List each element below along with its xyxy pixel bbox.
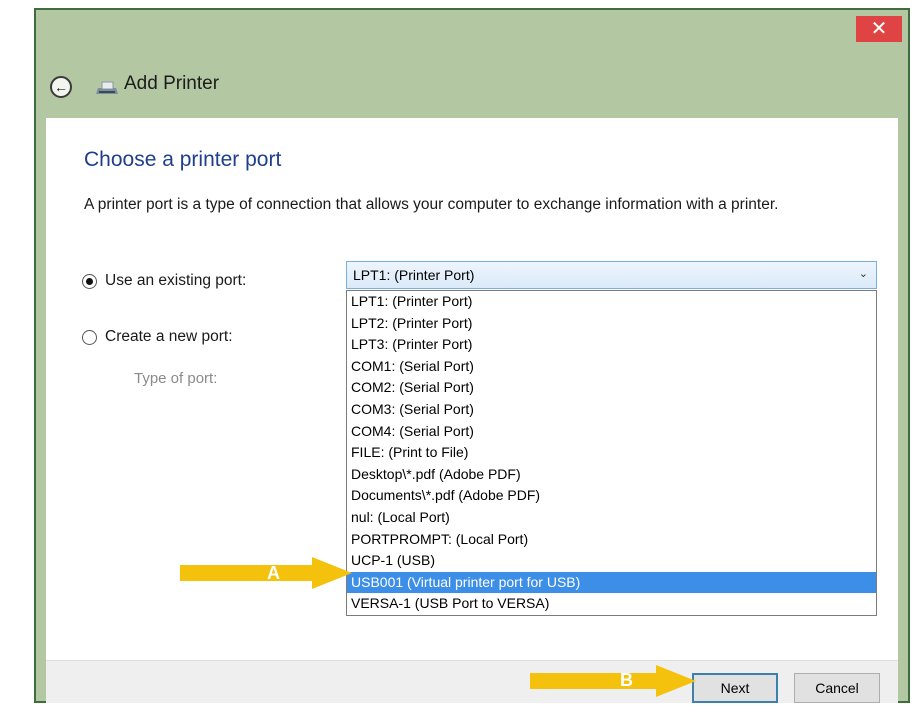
existing-port-label: Use an existing port: (105, 272, 247, 289)
port-option[interactable]: USB001 (Virtual printer port for USB) (347, 571, 876, 594)
arrow-b-head (656, 665, 696, 697)
add-printer-window: ✕ ← Add Printer Choose a printer port A … (34, 8, 910, 703)
arrow-b-label: B (620, 670, 633, 690)
port-option[interactable]: Documents\*.pdf (Adobe PDF) (347, 485, 876, 507)
arrow-b (530, 673, 660, 689)
port-option[interactable]: COM1: (Serial Port) (347, 356, 876, 378)
port-option[interactable]: FILE: (Print to File) (347, 442, 876, 464)
port-option[interactable]: Desktop\*.pdf (Adobe PDF) (347, 464, 876, 486)
printer-icon (96, 81, 118, 94)
back-arrow-icon: ← (54, 79, 68, 95)
existing-port-radio[interactable] (82, 273, 97, 289)
window-title: Add Printer (124, 73, 220, 94)
port-option[interactable]: COM4: (Serial Port) (347, 421, 876, 443)
port-dropdown-list: LPT1: (Printer Port) LPT2: (Printer Port)… (346, 290, 877, 616)
arrow-a-head (312, 557, 352, 589)
wizard-footer: Next Cancel (46, 660, 898, 703)
wizard-content: Choose a printer port A printer port is … (46, 118, 898, 660)
port-option[interactable]: VERSA-1 (USB Port to VERSA) (347, 593, 876, 615)
new-port-option[interactable]: Create a new port: (82, 328, 233, 346)
arrow-a-label: A (267, 563, 280, 583)
port-option[interactable]: LPT3: (Printer Port) (347, 334, 876, 356)
page-heading: Choose a printer port (84, 148, 282, 171)
port-select[interactable]: LPT1: (Printer Port) ⌄ (346, 261, 877, 289)
port-select-value: LPT1: (Printer Port) (353, 267, 475, 283)
port-option[interactable]: nul: (Local Port) (347, 507, 876, 529)
arrow-a (180, 565, 315, 581)
chevron-down-icon[interactable]: ⌄ (859, 267, 868, 280)
port-option[interactable]: COM2: (Serial Port) (347, 377, 876, 399)
back-button[interactable]: ← (50, 76, 72, 98)
port-option[interactable]: PORTPROMPT: (Local Port) (347, 529, 876, 551)
existing-port-option[interactable]: Use an existing port: (82, 272, 246, 290)
new-port-label: Create a new port: (105, 328, 233, 345)
new-port-radio[interactable] (82, 329, 97, 345)
port-option[interactable]: LPT1: (Printer Port) (347, 291, 876, 313)
close-icon: ✕ (870, 18, 888, 40)
port-option[interactable]: LPT2: (Printer Port) (347, 313, 876, 335)
close-button[interactable]: ✕ (856, 16, 902, 42)
next-button[interactable]: Next (692, 673, 778, 703)
type-of-port-label: Type of port: (134, 370, 218, 387)
port-option[interactable]: COM3: (Serial Port) (347, 399, 876, 421)
page-description: A printer port is a type of connection t… (84, 196, 779, 213)
port-option[interactable]: UCP-1 (USB) (347, 550, 876, 572)
cancel-button[interactable]: Cancel (794, 673, 880, 703)
